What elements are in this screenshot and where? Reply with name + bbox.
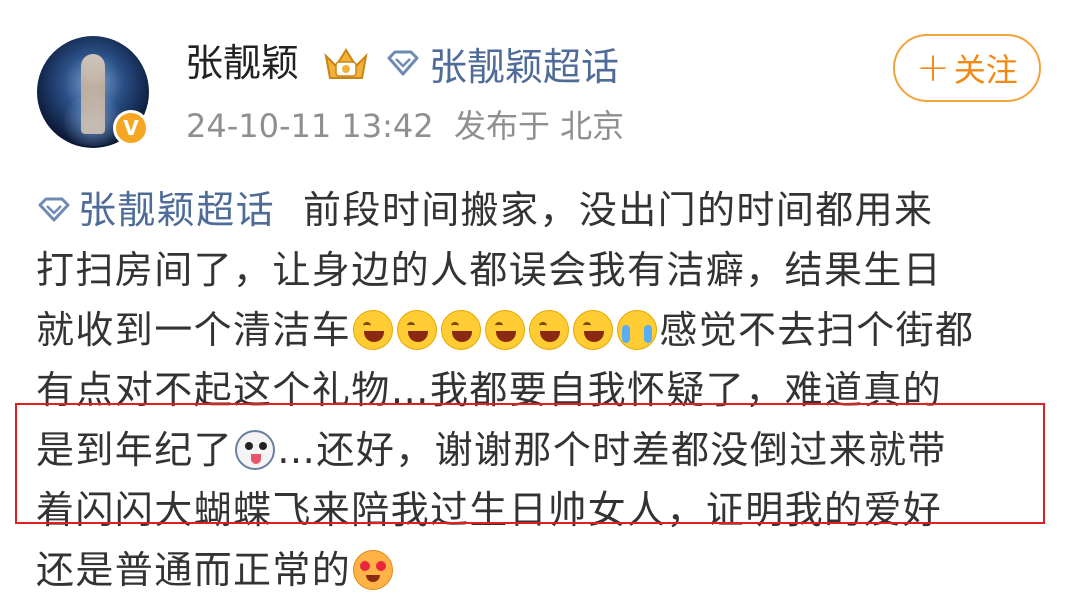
laugh-cry-emoji (529, 310, 570, 350)
laugh-cry-emoji (485, 310, 526, 350)
body-text-segment: 就收到一个清洁车 (36, 308, 352, 352)
laugh-cry-emoji (441, 310, 482, 350)
follow-button[interactable]: + 关注 (893, 34, 1041, 102)
follow-label: 关注 (953, 51, 1018, 89)
crying-emoji (617, 310, 658, 350)
body-text-segment: 打扫房间了，让身边的人都误会我有洁癖，结果生日 (36, 248, 943, 292)
post-location: 发布于 北京 (453, 107, 625, 145)
crown-badge-icon (324, 48, 368, 79)
plus-icon: + (916, 45, 950, 91)
author-name[interactable]: 张靓颖 (185, 38, 299, 88)
avatar-figure (81, 54, 105, 134)
inline-topic-link[interactable]: 张靓颖超话 (36, 180, 275, 240)
heart-eyes-emoji (353, 550, 394, 590)
laugh-cry-emoji (573, 310, 614, 350)
supertopic-label: 张靓颖超话 (429, 44, 620, 89)
post-timestamp: 24-10-11 13:42 (186, 107, 434, 145)
diamond-topic-icon (387, 50, 419, 76)
laugh-cry-emoji (397, 310, 438, 350)
body-text-segment: 还是普通而正常的 (36, 548, 352, 592)
post-body: 张靓颖超话 前段时间搬家，没出门的时间都用来 打扫房间了，让身边的人都误会我有洁… (36, 180, 1044, 600)
body-line: 打扫房间了，让身边的人都误会我有洁癖，结果生日 (36, 240, 1044, 300)
post-meta: 24-10-11 13:42 发布于 北京 (186, 104, 624, 148)
diamond-topic-icon (38, 197, 70, 222)
body-line: 还是普通而正常的 (36, 540, 1044, 600)
laugh-cry-emoji (353, 310, 394, 350)
body-line: 张靓颖超话 前段时间搬家，没出门的时间都用来 (36, 180, 1044, 240)
body-text-segment: 感觉不去扫个街都 (659, 308, 975, 352)
body-line: 就收到一个清洁车 感觉不去扫个街都 (36, 300, 1044, 360)
inline-topic-label: 张靓颖超话 (78, 188, 276, 232)
body-text-segment: 前段时间搬家，没出门的时间都用来 (303, 188, 934, 232)
highlight-annotation-box (15, 403, 1045, 524)
verified-badge-icon: V (113, 110, 149, 146)
supertopic-link[interactable]: 张靓颖超话 (385, 38, 620, 89)
